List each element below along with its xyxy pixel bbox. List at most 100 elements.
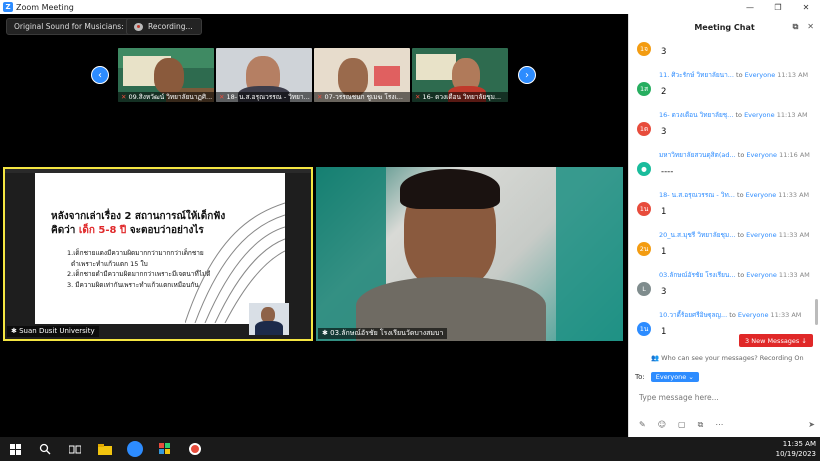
meeting-area: Original Sound for Musicians: Off Record…	[0, 14, 628, 437]
message-sender[interactable]: 03.ลักษณ์อัรชัย โรงเรียน...	[659, 271, 736, 279]
message-time: 11:13 AM	[777, 71, 809, 79]
avatar: L	[637, 282, 651, 296]
tile-caption: ✱ 03.ลักษณ์อัรชัย โรงเรียนวัดบางสมบา	[318, 328, 448, 339]
avatar: ●	[637, 162, 651, 176]
avatar: 1ด	[637, 122, 651, 136]
chevron-left-icon: ‹	[98, 69, 102, 81]
shared-slide: หลังจากเล่าเรื่อง 2 สถานการณ์ให้เด็กฟัง …	[35, 173, 285, 324]
who-can-see-link[interactable]: 👥 Who can see your messages? Recording O…	[651, 354, 804, 362]
task-view-icon[interactable]	[60, 437, 90, 461]
file-icon[interactable]: ▢	[678, 420, 686, 430]
recording-indicator[interactable]: Recording...	[126, 18, 202, 35]
participant-video	[154, 58, 184, 94]
active-speaker-tile[interactable]: หลังจากเล่าเรื่อง 2 สถานการณ์ให้เด็กฟัง …	[3, 167, 313, 341]
avatar: 1จ	[637, 42, 651, 56]
message-sender[interactable]: 10.วาดี้ร้อยศรีอิษฐุลญ...	[659, 311, 727, 319]
send-icon[interactable]: ➤	[808, 420, 815, 430]
window-titlebar: Z Zoom Meeting — ❐ ✕	[0, 0, 820, 14]
avatar: 2น	[637, 242, 651, 256]
participant-thumbnail[interactable]: ✕ 16- ดวงเดือน วิทยาลัยชุม...	[412, 48, 508, 102]
original-sound-toggle[interactable]: Original Sound for Musicians: Off	[6, 18, 146, 35]
clock-date: 10/19/2023	[775, 450, 816, 458]
recipient-row: To: Everyone ⌄	[635, 372, 699, 382]
message-recipient: Everyone	[744, 71, 776, 79]
chat-scrollbar[interactable]	[815, 299, 818, 325]
message-input[interactable]: Type message here...	[639, 393, 719, 402]
message-recipient: Everyone	[746, 231, 777, 239]
chat-message: มหาวิทยาลัยสวนดุสิต(ad... to Everyone 11…	[629, 150, 820, 190]
minimize-button[interactable]: —	[736, 0, 764, 14]
participant-tile[interactable]: ✱ 03.ลักษณ์อัรชัย โรงเรียนวัดบางสมบา	[316, 167, 623, 341]
next-page-button[interactable]: ›	[518, 66, 536, 84]
message-sender[interactable]: 20_น.ส.มุชรี วิทยาลัยชุม...	[659, 231, 735, 239]
mic-icon: ✱	[11, 327, 17, 335]
chevron-right-icon: ›	[525, 69, 529, 81]
message-text: 1	[661, 247, 667, 257]
close-button[interactable]: ✕	[792, 0, 820, 14]
chat-toolbar: ✎ ☺ ▢ ⧉ ⋯ ➤	[639, 420, 815, 430]
participant-name: 09.สิงหวัฒน์ วิทยาลัยนาฏศิ...	[128, 93, 213, 101]
mic-icon: ✱	[322, 329, 328, 337]
chat-message: 16- ดวงเดือน วิทยาลัยชุ... to Everyone 1…	[629, 110, 820, 150]
mic-muted-icon: ✕	[317, 93, 323, 101]
search-icon[interactable]	[30, 437, 60, 461]
zoom-app-icon[interactable]	[120, 437, 150, 461]
participant-thumbnail[interactable]: ✕ 09.สิงหวัฒน์ วิทยาลัยนาฏศิ...	[118, 48, 214, 102]
recipient-dropdown[interactable]: Everyone ⌄	[650, 372, 699, 382]
people-icon: 👥	[651, 354, 660, 362]
message-text: 3	[661, 287, 667, 297]
message-time: 11:33 AM	[778, 191, 810, 199]
to-label: To:	[635, 373, 645, 381]
original-sound-label: Original Sound for Musicians: Off	[14, 22, 138, 31]
message-recipient: Everyone	[745, 191, 777, 199]
mic-muted-icon: ✕	[219, 93, 225, 101]
tile-caption: ✱ Suan Dusit University	[7, 326, 99, 337]
system-clock[interactable]: 11:35 AM 10/19/2023	[776, 439, 816, 459]
window-title: Zoom Meeting	[16, 2, 74, 12]
avatar: 1น	[637, 322, 651, 336]
avatar: 1ส	[637, 82, 651, 96]
zoom-logo-icon: Z	[3, 2, 13, 12]
more-icon[interactable]: ⋯	[715, 420, 723, 430]
prev-page-button[interactable]: ‹	[91, 66, 109, 84]
emoji-icon[interactable]: ☺	[658, 420, 666, 430]
participant-thumbnail[interactable]: ✕ 07-วรรณชนก ชูเมฆ โรงเ...	[314, 48, 410, 102]
message-sender[interactable]: 18- น.ส.อรุณวรรณ - วิท...	[659, 191, 735, 199]
participant-thumbnail[interactable]: ✕ 18- น.ส.อรุณวรรณ - วิทยา...	[216, 48, 312, 102]
participant-name: 18- น.ส.อรุณวรรณ - วิทยา...	[226, 93, 310, 101]
new-messages-button[interactable]: 3 New Messages ↓	[739, 334, 813, 347]
message-text: 1	[661, 327, 667, 337]
message-text: 3	[661, 127, 667, 137]
app-icon[interactable]	[180, 437, 210, 461]
format-icon[interactable]: ✎	[639, 420, 646, 430]
chat-panel: Meeting Chat ⧉ ✕ 1จ 3 11. ศิวะรักษ์ วิทย…	[628, 14, 820, 437]
message-sender[interactable]: มหาวิทยาลัยสวนดุสิต(ad...	[659, 151, 736, 159]
message-time: 11:13 AM	[776, 111, 808, 119]
clock-time: 11:35 AM	[782, 440, 816, 448]
file-explorer-icon[interactable]	[90, 437, 120, 461]
message-recipient: Everyone	[746, 271, 777, 279]
message-recipient: Everyone	[746, 151, 777, 159]
message-time: 11:33 AM	[778, 231, 810, 239]
close-icon[interactable]: ✕	[807, 22, 814, 32]
chat-message: 18- น.ส.อรุณวรรณ - วิท... to Everyone 11…	[629, 190, 820, 230]
mic-muted-icon: ✕	[121, 93, 127, 101]
message-text: 2	[661, 87, 667, 97]
windows-start-icon[interactable]	[0, 437, 30, 461]
message-sender[interactable]: 11. ศิวะรักษ์ วิทยาลัยนา...	[659, 71, 734, 79]
participant-video	[338, 58, 368, 96]
participant-name: 16- ดวงเดือน วิทยาลัยชุม...	[422, 93, 502, 101]
message-text: 3	[661, 47, 667, 57]
screenshot-icon[interactable]: ⧉	[698, 420, 704, 430]
message-text: 1	[661, 207, 667, 217]
start-menu-tiles-icon[interactable]	[150, 437, 180, 461]
maximize-button[interactable]: ❐	[764, 0, 792, 14]
message-sender[interactable]: 16- ดวงเดือน วิทยาลัยชุ...	[659, 111, 733, 119]
participant-name: 03.ลักษณ์อัรชัย โรงเรียนวัดบางสมบา	[330, 329, 444, 337]
record-icon	[134, 22, 143, 31]
message-recipient: Everyone	[737, 311, 769, 319]
message-text: ----	[661, 167, 674, 177]
message-time: 11:33 AM	[770, 311, 802, 319]
popout-icon[interactable]: ⧉	[793, 22, 799, 32]
taskbar: 11:35 AM 10/19/2023	[0, 437, 820, 461]
